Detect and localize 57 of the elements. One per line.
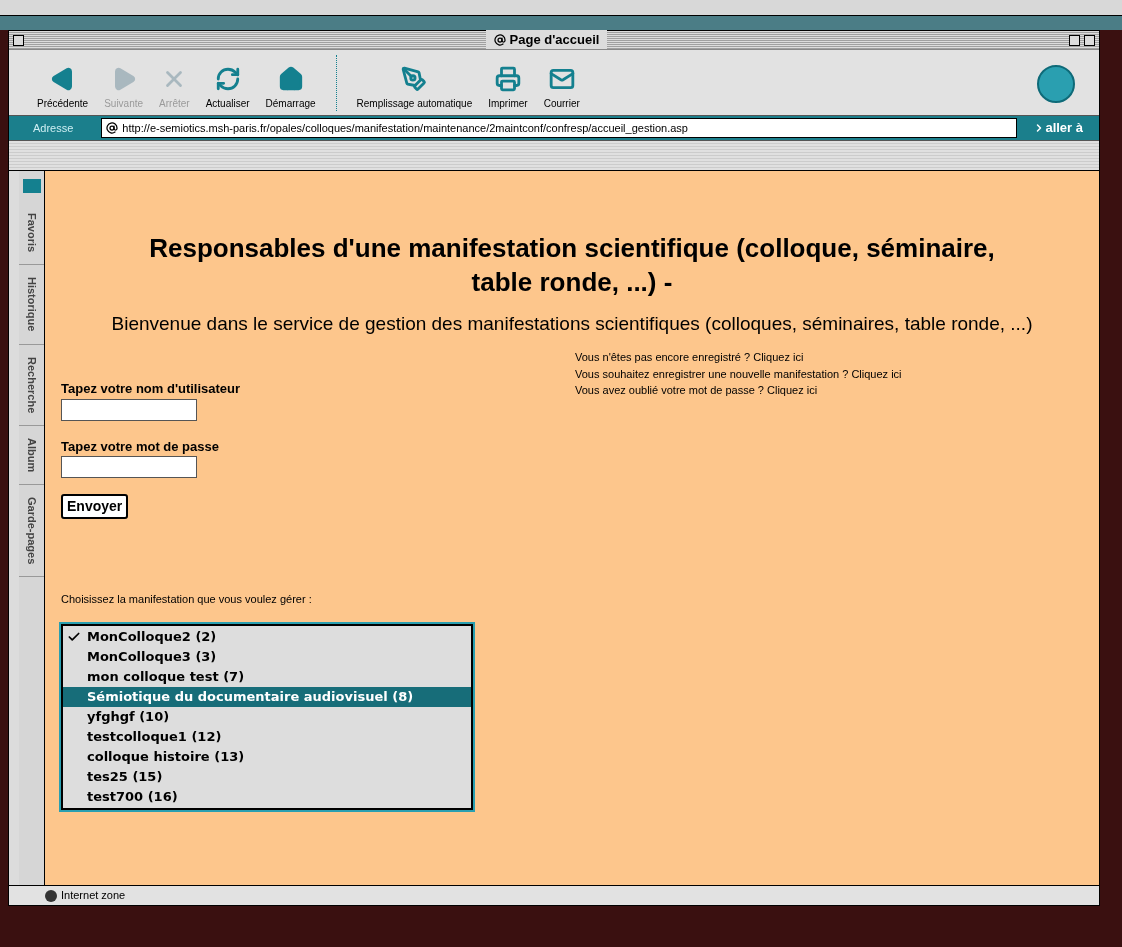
pen-icon [401, 66, 428, 92]
choose-label: Choisissez la manifestation que vous voulez gérer : [61, 592, 313, 607]
option-label: yfghgf (10) [87, 707, 170, 726]
home-icon [277, 66, 304, 92]
address-field[interactable]: http://e-semiotics.msh-paris.fr/opales/colloques/manifestation/maintenance/2maintconf/confresp/accueil_gestion.asp [101, 118, 1018, 138]
event-list[interactable]: MonColloque2 (2) MonColloque3 (3) mon colloque test (7) Sémiotique du documentaire audiovisuel (8) yfghgf (10) testcolloque1 (12) colloque histoire (13) tes25 (15) test700 (16) [61, 623, 473, 810]
password-label: Tapez votre mot de passe [61, 437, 220, 456]
sidebar-tab[interactable]: Album [25, 437, 38, 473]
option-label: tes25 (15) [87, 767, 163, 786]
option-label: Sémiotique du documentaire audiovisuel (8) [87, 687, 414, 706]
info-text: Vous souhaitez enregistrer une nouvelle manifestation ? Cliquez ici [575, 366, 902, 382]
event-option[interactable]: test700 (16) [63, 786, 471, 807]
event-option[interactable]: tes25 (15) [63, 766, 471, 787]
option-label: test700 (16) [87, 787, 178, 806]
event-option[interactable]: yfghgf (10) [63, 706, 471, 727]
collapse-box[interactable] [1084, 34, 1095, 46]
toolbar-button[interactable]: Démarrage [261, 66, 320, 111]
sidebar-tab[interactable]: Historique [25, 277, 38, 332]
event-option[interactable]: Sémiotique du documentaire audiovisuel (8) [63, 686, 471, 707]
toolbar-button[interactable]: Courrier [539, 66, 584, 111]
printer-icon [494, 66, 521, 92]
info-text: Vous n'êtes pas encore enregistré ? Cliquez ici [575, 350, 805, 365]
event-option[interactable]: mon colloque test (7) [63, 666, 471, 687]
option-label: testcolloque1 (12) [87, 727, 222, 746]
username-field[interactable] [61, 398, 197, 421]
status-zone: Internet zone [61, 888, 126, 904]
toolbar-button[interactable]: Imprimer [484, 66, 532, 111]
event-option[interactable]: testcolloque1 (12) [63, 726, 471, 747]
option-label: colloque histoire (13) [87, 747, 245, 766]
option-label: MonColloque3 (3) [87, 647, 217, 666]
toolbar-button[interactable]: Précédente [33, 66, 93, 111]
sidebar-tab[interactable]: Favoris [25, 213, 38, 253]
event-option[interactable]: colloque histoire (13) [63, 746, 471, 767]
submit-button[interactable]: Envoyer [61, 494, 129, 519]
password-field[interactable] [61, 456, 197, 478]
username-label: Tapez votre nom d'utilisateur [61, 380, 242, 398]
page-subheading: Bienvenue dans le service de gestion des manifestations scientifiques (colloques, séminaires, table ronde, ...) [110, 312, 1034, 336]
zoom-box[interactable] [1069, 34, 1080, 46]
sidebar-tab[interactable]: Garde-pages [25, 497, 38, 565]
event-option[interactable]: MonColloque2 (2) [63, 626, 471, 647]
option-label: MonColloque2 (2) [87, 627, 217, 646]
refresh-icon [214, 66, 241, 92]
toolbar-button[interactable]: Remplissage automatique [352, 66, 477, 111]
option-label: mon colloque test (7) [87, 667, 245, 686]
address-label: Adresse [32, 120, 75, 136]
click-here-link[interactable]: Cliquez ici [767, 384, 818, 396]
window-title: Page d'accueil [509, 31, 600, 50]
close-box[interactable] [13, 34, 24, 46]
toolbar-button[interactable]: Actualiser [201, 66, 254, 111]
sidebar-tab[interactable]: Recherche [25, 356, 38, 413]
click-here-link[interactable]: Cliquez ici [851, 367, 902, 380]
mail-icon [548, 66, 575, 92]
event-option[interactable]: MonColloque3 (3) [63, 646, 471, 667]
info-text: Vous avez oublié votre mot de passe ? Cliquez ici [575, 383, 819, 398]
page-heading: Responsables d'une manifestation scientifique (colloque, séminaire, table ronde, ...) - [148, 232, 996, 299]
go-button[interactable]: aller à [1021, 118, 1095, 138]
click-here-link[interactable]: Cliquez ici [753, 351, 804, 363]
